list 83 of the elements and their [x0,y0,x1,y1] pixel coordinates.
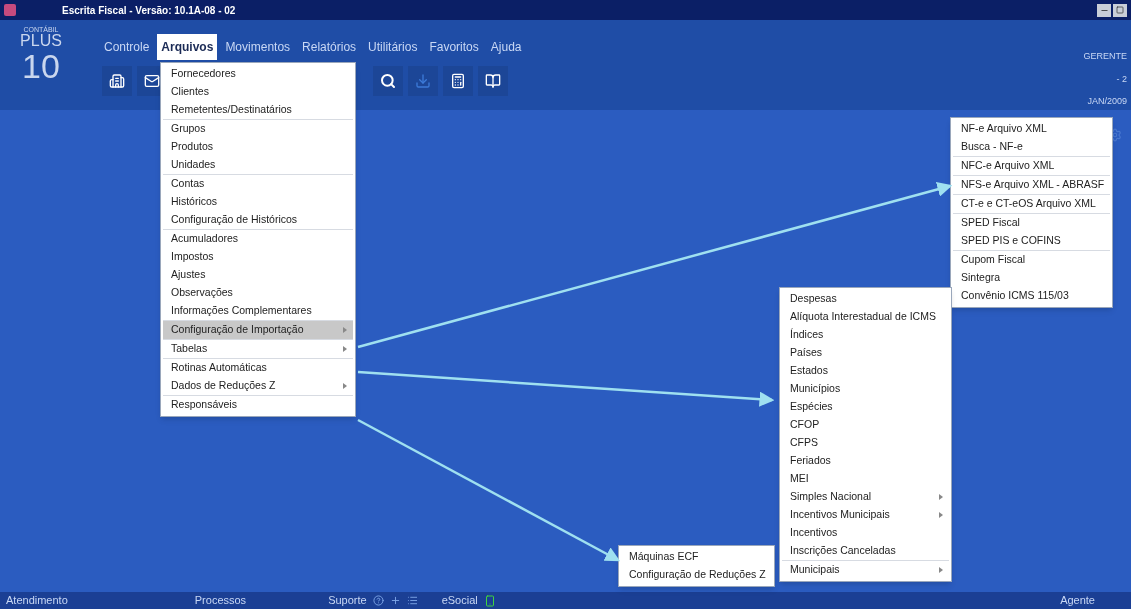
menu-item[interactable]: NFC-e Arquivo XML [953,157,1111,175]
menu-item[interactable]: Contas [163,175,353,193]
menu-item[interactable]: Unidades [163,156,353,174]
menu-item[interactable]: Grupos [163,120,353,138]
restore-button[interactable] [1113,3,1127,17]
minimize-button[interactable] [1097,3,1111,17]
menu-item[interactable]: CFOP [782,416,949,434]
menu-item[interactable]: CT-e e CT-eOS Arquivo XML [953,195,1111,213]
menu-item[interactable]: Incentivos [782,524,949,542]
menu-item[interactable]: Ajustes [163,266,353,284]
menu-item[interactable]: Informações Complementares [163,302,353,320]
menu-bar-item[interactable]: Favoritos [425,34,483,60]
status-item[interactable]: Atendimento [6,592,68,609]
menu-item[interactable]: Configuração de Históricos [163,211,353,229]
menu-bar-item[interactable]: Relatórios [298,34,361,60]
menu-item[interactable]: Produtos [163,138,353,156]
menu-item[interactable]: Cupom Fiscal [953,251,1111,269]
help-icon[interactable] [372,595,384,606]
menu-item[interactable]: Configuração de Importação [163,321,353,339]
menu-item[interactable]: Simples Nacional [782,488,949,506]
menu-item[interactable]: Municípios [782,380,949,398]
menu-item[interactable]: SPED Fiscal [953,214,1111,232]
status-item[interactable]: Suporte [328,592,367,609]
menu-item[interactable]: Índices [782,326,949,344]
menu-item[interactable]: Países [782,344,949,362]
menu-item[interactable]: Rotinas Automáticas [163,359,353,377]
menu-item[interactable]: Sintegra [953,269,1111,287]
menu-item[interactable]: Tabelas [163,340,353,358]
logo-text: PLUS [20,33,62,49]
menu-item[interactable]: Acumuladores [163,230,353,248]
menu-item[interactable]: Feriados [782,452,949,470]
status-item[interactable]: Processos [194,592,247,609]
menu-item[interactable]: MEI [782,470,949,488]
menu-item[interactable]: Espécies [782,398,949,416]
status-item[interactable]: eSocial [441,592,478,609]
menu-item[interactable]: Clientes [163,83,353,101]
menu-item[interactable]: Impostos [163,248,353,266]
search-icon[interactable] [373,66,403,96]
menu-bar-item[interactable]: Arquivos [157,34,218,60]
submenu-arrow-icon [343,383,347,389]
menu-item[interactable]: Incentivos Municipais [782,506,949,524]
menu-item[interactable]: Convênio ICMS 115/03 [953,287,1111,305]
menu-item[interactable]: NF-e Arquivo XML [953,120,1111,138]
user-name: GERENTE [1083,50,1127,63]
book-icon[interactable] [478,66,508,96]
window-title: Escrita Fiscal - Versão: 10.1A-08 - 02 [62,3,236,18]
logo-text: 10 [22,49,60,83]
maximize-icon [1116,6,1124,14]
menu-bar-item[interactable]: Ajuda [486,34,526,60]
company-code: - 2 [1116,72,1127,86]
menu-item[interactable]: Dados de Reduções Z [163,377,353,395]
menu-item[interactable]: Observações [163,284,353,302]
menu-item[interactable]: Busca - NF-e [953,138,1111,156]
app-icon [4,4,16,16]
menu-item[interactable]: Fornecedores [163,65,353,83]
list-icon[interactable] [406,595,418,606]
submenu-arrow-icon [939,567,943,573]
menu-item[interactable]: SPED PIS e COFINS [953,232,1111,250]
menu-item[interactable]: Estados [782,362,949,380]
period-text: JAN/2009 [1087,95,1127,108]
menu-item[interactable]: Municipais [782,561,949,579]
menu-bar-item[interactable]: Controle [100,34,154,60]
submenu-arrow-icon [343,327,347,333]
menu-item[interactable]: NFS-e Arquivo XML - ABRASF [953,176,1111,194]
submenu-arrow-icon [939,512,943,518]
calculator-icon[interactable] [443,66,473,96]
menu-item[interactable]: Responsáveis [163,396,353,414]
menu-item[interactable]: Alíquota Interestadual de ICMS [782,308,949,326]
phone-icon[interactable] [483,594,496,607]
menu-item[interactable]: Máquinas ECF [621,548,772,566]
menu-item[interactable]: Históricos [163,193,353,211]
menu-bar-item[interactable]: Movimentos [221,34,295,60]
menu-item[interactable]: Remetentes/Destinatários [163,101,353,119]
plus-icon[interactable] [389,595,401,606]
menu-bar-item[interactable]: Utilitários [364,34,422,60]
menu-item[interactable]: Despesas [782,290,949,308]
submenu-arrow-icon [343,346,347,352]
building-icon[interactable] [102,66,132,96]
submenu-arrow-icon [939,494,943,500]
menu-item[interactable]: Configuração de Reduções Z [621,566,772,584]
status-item[interactable]: Agente [1060,592,1095,609]
menu-item[interactable]: CFPS [782,434,949,452]
menu-item[interactable]: Inscrições Canceladas [782,542,949,560]
